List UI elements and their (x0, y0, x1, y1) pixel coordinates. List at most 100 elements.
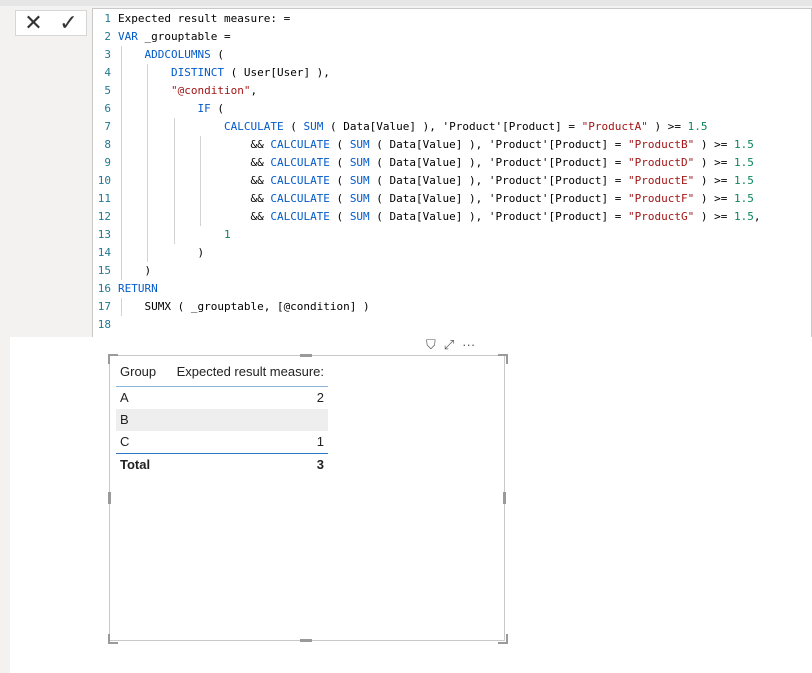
code-text: ) (118, 244, 204, 262)
code-string: "ProductF" (627, 192, 695, 205)
code-keyword: SUM (349, 192, 370, 205)
code-string: "ProductG" (627, 210, 695, 223)
code-token: ( (329, 156, 350, 169)
line-number: 4 (104, 66, 111, 79)
visual-header: ⛉ ⤢ ··· (426, 337, 475, 353)
column-header-measure[interactable]: Expected result measure: (177, 360, 324, 384)
code-token: ( (283, 120, 304, 133)
code-token: ( Data[Value] ), 'Product'[Product] = (323, 120, 582, 133)
left-margin (0, 6, 10, 673)
row-value: 2 (316, 390, 324, 405)
code-line[interactable]: 13 1 (93, 226, 811, 244)
code-token: ( Data[Value] ), 'Product'[Product] = (369, 138, 628, 151)
code-keyword: SUM (349, 138, 370, 151)
cancel-icon[interactable]: ✕ (24, 12, 42, 34)
line-number: 13 (97, 228, 111, 241)
code-token: Expected result measure: = (118, 12, 291, 25)
column-header-group[interactable]: Group (120, 360, 156, 384)
code-keyword: CALCULATE (270, 156, 330, 169)
line-number: 7 (104, 120, 111, 133)
code-line[interactable]: 11 && CALCULATE ( SUM ( Data[Value] ), '… (93, 190, 811, 208)
code-string: "@condition" (170, 84, 251, 97)
code-token: ( (210, 102, 224, 115)
code-line[interactable]: 15 ) (93, 262, 811, 280)
table-row[interactable]: A 2 (116, 387, 328, 409)
code-token: ( User[User] ), (223, 66, 330, 79)
row-group-label: A (120, 390, 129, 405)
resize-corner-top-left[interactable] (108, 354, 118, 364)
total-label: Total (120, 457, 151, 472)
resize-corner-bottom-right[interactable] (498, 634, 508, 644)
code-line[interactable]: 14 ) (93, 244, 811, 262)
resize-handle-left[interactable] (108, 492, 111, 504)
code-token: ( (329, 192, 350, 205)
code-line[interactable]: 7 CALCULATE ( SUM ( Data[Value] ), 'Prod… (93, 118, 811, 136)
code-keyword: CALCULATE (270, 192, 330, 205)
resize-handle-bottom[interactable] (300, 639, 312, 642)
code-token: ) >= (694, 156, 734, 169)
code-number: 1.5 (733, 192, 754, 205)
code-line[interactable]: 3 ADDCOLUMNS ( (93, 46, 811, 64)
code-text: && CALCULATE ( SUM ( Data[Value] ), 'Pro… (118, 154, 754, 172)
code-number: 1.5 (733, 210, 754, 223)
matrix-visual[interactable]: Group Expected result measure: A 2 B C 1… (108, 354, 508, 644)
code-number: 1.5 (733, 174, 754, 187)
line-number: 14 (97, 246, 111, 259)
code-keyword: CALCULATE (223, 120, 284, 133)
code-token: ) >= (694, 174, 734, 187)
code-string: "ProductA" (581, 120, 648, 133)
code-string: "ProductB" (627, 138, 695, 151)
code-text: 1 (118, 226, 231, 244)
code-line[interactable]: 8 && CALCULATE ( SUM ( Data[Value] ), 'P… (93, 136, 811, 154)
code-text: IF ( (118, 100, 224, 118)
table-row[interactable]: C 1 (116, 431, 328, 453)
code-line[interactable]: 5 "@condition", (93, 82, 811, 100)
code-line[interactable]: 16 RETURN (93, 280, 811, 298)
code-keyword: IF (197, 102, 211, 115)
code-line[interactable]: 2 VAR _grouptable = (93, 28, 811, 46)
code-text: && CALCULATE ( SUM ( Data[Value] ), 'Pro… (118, 190, 754, 208)
code-token: ( (329, 210, 350, 223)
resize-handle-right[interactable] (503, 492, 506, 504)
code-token: ) >= (694, 210, 734, 223)
resize-corner-bottom-left[interactable] (108, 634, 118, 644)
more-options-icon[interactable]: ··· (462, 337, 475, 353)
code-line[interactable]: 1 Expected result measure: = (93, 10, 811, 28)
code-number: 1 (223, 228, 231, 241)
code-line[interactable]: 12 && CALCULATE ( SUM ( Data[Value] ), '… (93, 208, 811, 226)
code-token: && (118, 174, 271, 187)
code-number: 1.5 (733, 156, 754, 169)
code-keyword: RETURN (118, 282, 158, 295)
code-line[interactable]: 17 SUMX ( _grouptable, [@condition] ) (93, 298, 811, 316)
row-group-label: C (120, 434, 130, 449)
code-keyword: CALCULATE (270, 174, 330, 187)
code-number: 1.5 (687, 120, 708, 133)
resize-handle-top[interactable] (300, 354, 312, 357)
code-text: ) (118, 262, 151, 280)
code-keyword: SUM (303, 120, 324, 133)
matrix-table: Group Expected result measure: A 2 B C 1… (116, 360, 328, 476)
table-row[interactable]: B (116, 409, 328, 431)
code-line[interactable]: 18 (93, 316, 811, 334)
code-line[interactable]: 4 DISTINCT ( User[User] ), (93, 64, 811, 82)
code-token: , (250, 84, 258, 97)
code-line[interactable]: 10 && CALCULATE ( SUM ( Data[Value] ), '… (93, 172, 811, 190)
line-number: 1 (104, 12, 111, 25)
code-line[interactable]: 6 IF ( (93, 100, 811, 118)
filter-icon[interactable]: ⛉ (426, 337, 436, 353)
code-token: SUMX ( _grouptable, [@condition] ) (118, 300, 370, 313)
commit-icon[interactable]: ✓ (59, 12, 77, 34)
code-line[interactable]: 9 && CALCULATE ( SUM ( Data[Value] ), 'P… (93, 154, 811, 172)
total-row[interactable]: Total 3 (116, 453, 328, 476)
focus-mode-icon[interactable]: ⤢ (444, 337, 454, 353)
code-keyword: SUM (349, 156, 370, 169)
resize-corner-top-right[interactable] (498, 354, 508, 364)
code-keyword: CALCULATE (270, 138, 330, 151)
line-number: 2 (104, 30, 111, 43)
formula-editor[interactable]: 1 Expected result measure: = 2 VAR _groupta… (92, 8, 812, 338)
code-keyword: SUM (349, 174, 370, 187)
